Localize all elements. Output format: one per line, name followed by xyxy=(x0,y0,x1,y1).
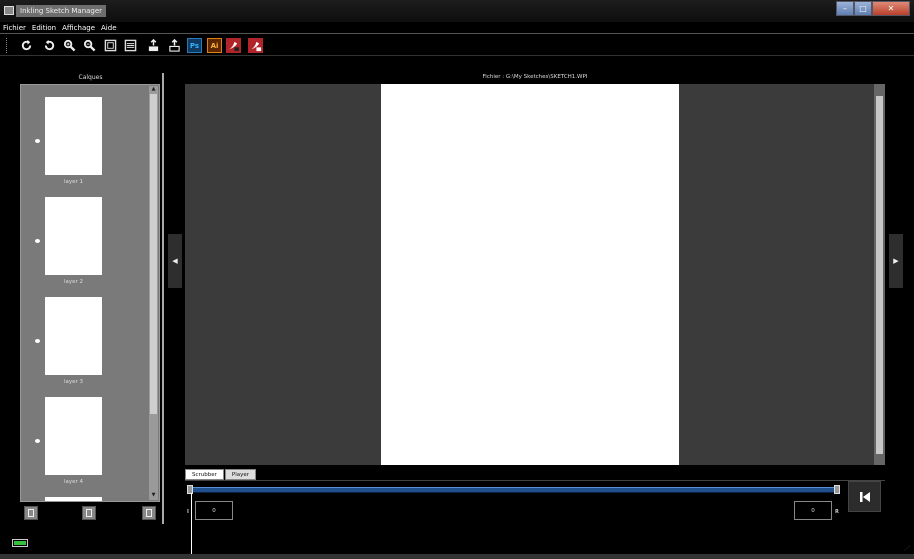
layer-thumbnail[interactable] xyxy=(45,197,102,275)
illustrator-button[interactable]: Ai xyxy=(207,38,222,53)
canvas-scrollbar[interactable] xyxy=(874,84,885,465)
new-layer-button[interactable] xyxy=(82,506,96,520)
window-title: Inkling Sketch Manager xyxy=(16,5,107,17)
layer-label: layer 2 xyxy=(63,279,84,285)
scrubber-end-handle[interactable] xyxy=(834,485,840,494)
share-icon xyxy=(169,39,180,52)
visibility-eye-icon[interactable] xyxy=(35,339,40,343)
end-field-label: R xyxy=(835,509,839,515)
sketchbook-icon xyxy=(228,41,240,52)
menu-aide[interactable]: Aide xyxy=(101,22,116,34)
photoshop-button[interactable]: Ps xyxy=(187,38,202,53)
window-controls: – □ ✕ xyxy=(836,1,910,16)
file-path: Fichier : G:\My Sketches\SKETCH1.WPI xyxy=(482,74,588,80)
zoom-in-icon xyxy=(63,39,76,52)
scroll-thumb[interactable] xyxy=(150,94,157,414)
fit-width-icon xyxy=(124,39,137,52)
title-bar: Inkling Sketch Manager – □ ✕ xyxy=(0,0,914,22)
sketchbook-pro-icon xyxy=(250,41,262,52)
tabs-divider xyxy=(185,480,885,481)
close-icon: ✕ xyxy=(887,4,895,13)
toolbar-grip[interactable] xyxy=(6,38,8,53)
duplicate-layer-icon xyxy=(146,509,152,517)
scrubber-start-handle[interactable] xyxy=(187,485,193,494)
zoom-in-button[interactable] xyxy=(62,38,77,53)
visibility-eye-icon[interactable] xyxy=(35,139,40,143)
layers-scrollbar[interactable]: ▲ ▼ xyxy=(149,86,158,500)
scroll-down-icon[interactable]: ▼ xyxy=(150,492,157,499)
rewind-icon xyxy=(859,491,870,502)
panel-splitter[interactable] xyxy=(162,73,164,524)
menu-bar: Fichier Edition Affichage Aide xyxy=(0,22,914,34)
start-frame-input[interactable]: 0 xyxy=(195,501,233,520)
prev-page-button[interactable]: ◀ xyxy=(168,234,182,288)
layers-panel: layer 1 layer 2 layer 3 layer 4 ▲ ▼ xyxy=(20,84,160,502)
illustrator-icon: Ai xyxy=(210,41,219,50)
end-frame-input[interactable]: 0 xyxy=(794,501,832,520)
layer-thumbnail[interactable] xyxy=(45,297,102,375)
timeline-tabs: Scrubber Player xyxy=(185,469,257,480)
maximize-icon: □ xyxy=(859,4,867,13)
zoom-out-icon xyxy=(83,39,96,52)
rotate-ccw-button[interactable] xyxy=(42,38,57,53)
scroll-up-icon[interactable]: ▲ xyxy=(150,86,157,93)
maximize-button[interactable]: □ xyxy=(854,1,872,16)
rewind-button[interactable] xyxy=(848,481,881,512)
delete-layer-button[interactable] xyxy=(24,506,38,520)
app-icon xyxy=(4,6,14,15)
layer-label: layer 1 xyxy=(63,179,84,185)
visibility-eye-icon[interactable] xyxy=(35,439,40,443)
sketch-page[interactable] xyxy=(381,84,679,465)
resize-grip-icon[interactable]: ⋰ xyxy=(904,545,912,553)
photoshop-icon: Ps xyxy=(189,41,200,50)
canvas-scroll-thumb[interactable] xyxy=(876,96,883,454)
visibility-eye-icon[interactable] xyxy=(35,239,40,243)
layers-title: Calques xyxy=(78,74,103,81)
layer-thumbnail[interactable] xyxy=(45,497,102,501)
rotate-ccw-icon xyxy=(44,39,55,51)
mouse-cursor-line xyxy=(191,493,192,559)
delete-layer-icon xyxy=(28,509,34,517)
chevron-left-icon: ◀ xyxy=(172,257,178,265)
duplicate-layer-button[interactable] xyxy=(142,506,156,520)
start-field-label: I xyxy=(187,509,189,515)
minimize-icon: – xyxy=(843,4,847,13)
rotate-cw-button[interactable] xyxy=(19,38,34,53)
menu-affichage[interactable]: Affichage xyxy=(62,22,95,34)
sketchbook-pro-button[interactable] xyxy=(248,38,263,53)
rotate-cw-icon xyxy=(21,39,32,51)
zoom-out-button[interactable] xyxy=(82,38,97,53)
export-button[interactable] xyxy=(146,38,161,53)
chevron-right-icon: ▶ xyxy=(893,257,899,265)
menu-fichier[interactable]: Fichier xyxy=(3,22,26,34)
next-page-button[interactable]: ▶ xyxy=(889,234,903,288)
layer-label: layer 4 xyxy=(63,479,84,485)
minimize-button[interactable]: – xyxy=(836,1,854,16)
fit-width-button[interactable] xyxy=(123,38,138,53)
layer-thumbnail[interactable] xyxy=(45,397,102,475)
export-icon xyxy=(148,39,159,52)
close-button[interactable]: ✕ xyxy=(872,1,910,16)
scrubber-track[interactable] xyxy=(188,487,840,493)
toolbar: Ps Ai xyxy=(0,35,914,56)
sketchbook-button[interactable] xyxy=(226,38,241,53)
fit-page-button[interactable] xyxy=(103,38,118,53)
sketch-canvas[interactable] xyxy=(185,84,885,465)
share-button[interactable] xyxy=(167,38,182,53)
status-strip xyxy=(0,554,914,559)
tab-player[interactable]: Player xyxy=(224,469,257,480)
layer-thumbnail[interactable] xyxy=(45,97,102,175)
battery-icon xyxy=(12,539,28,547)
fit-page-icon xyxy=(104,39,117,52)
menu-edition[interactable]: Edition xyxy=(32,22,56,34)
tab-scrubber[interactable]: Scrubber xyxy=(185,469,224,480)
layer-label: layer 3 xyxy=(63,379,84,385)
new-layer-icon xyxy=(86,509,92,517)
